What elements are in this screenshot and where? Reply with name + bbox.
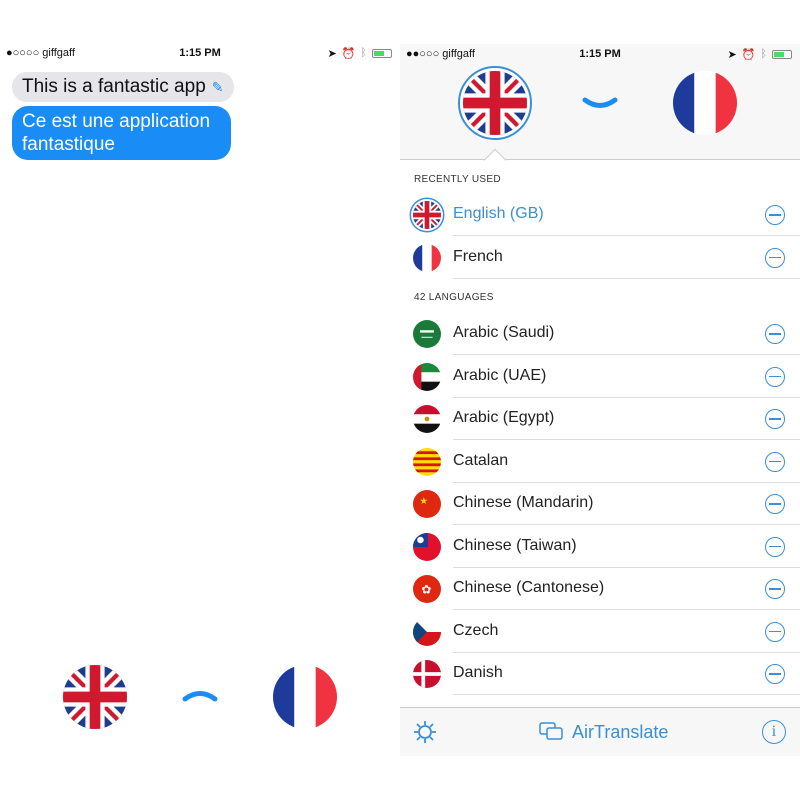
language-row[interactable]: ✿ Chinese (Cantonese) (400, 568, 800, 610)
flag-icon (413, 201, 441, 229)
language-row[interactable]: ★ Chinese (Mandarin) (400, 483, 800, 525)
target-language-flag[interactable] (273, 665, 337, 729)
flag-icon (413, 660, 441, 688)
language-name: Arabic (Egypt) (453, 409, 555, 426)
language-action-icon[interactable] (765, 664, 785, 684)
bluetooth-icon: ᛒ (760, 48, 767, 60)
language-action-icon[interactable] (765, 451, 785, 472)
alarm-icon: ⏰ (341, 47, 356, 60)
status-icons: ➤ ⏰ ᛒ (327, 47, 392, 60)
battery-icon (372, 48, 392, 58)
conversation-screen: ●○○○○ giffgaff 1:15 PM ➤ ⏰ ᛒ This is a fan… (0, 0, 400, 800)
recent-header: RECENTLY USED (414, 174, 501, 185)
flag-icon: ★ (413, 490, 441, 518)
app-title[interactable]: AirTranslate (572, 722, 668, 743)
flag-icon (413, 532, 441, 561)
status-bar: ●●○○○ giffgaff 1:15 PM ➤ ⏰ ᛒ (400, 45, 800, 63)
language-action-icon[interactable] (765, 536, 785, 557)
status-icons: ➤ ⏰ ᛒ (727, 48, 792, 61)
language-picker-screen: ●●○○○ giffgaff 1:15 PM ➤ ⏰ ᛒ RECENTLY USED… (400, 44, 800, 756)
target-language-flag[interactable] (673, 71, 737, 135)
gear-icon[interactable] (414, 721, 436, 743)
language-action-icon[interactable] (765, 205, 785, 225)
language-row[interactable]: Arabic (UAE) (400, 356, 800, 398)
translation-bubble[interactable]: Ce est une application fantastique (12, 106, 231, 160)
info-icon[interactable]: i (762, 720, 786, 744)
language-row[interactable]: Czech (400, 611, 800, 653)
language-action-icon[interactable] (765, 366, 785, 387)
language-header: ●●○○○ giffgaff 1:15 PM ➤ ⏰ ᛒ (400, 44, 800, 172)
row-divider (453, 694, 800, 695)
source-language-flag (463, 71, 527, 135)
language-action-icon[interactable] (765, 409, 785, 429)
battery-icon (772, 49, 792, 59)
source-bubble[interactable]: This is a fantastic app ✎ (12, 72, 234, 102)
language-action-icon[interactable] (765, 579, 785, 599)
language-name: Arabic (UAE) (453, 366, 547, 384)
language-row[interactable]: Catalan (400, 441, 800, 483)
language-row[interactable]: Chinese (Taiwan) (400, 526, 800, 568)
alarm-icon: ⏰ (741, 48, 756, 61)
location-icon: ➤ (727, 48, 737, 61)
flag-icon (413, 405, 441, 433)
languages-header: 42 LANGUAGES (414, 292, 494, 303)
source-text: This is a fantastic app (22, 76, 206, 97)
language-name: English (GB) (453, 205, 544, 222)
language-name: Chinese (Taiwan) (453, 536, 577, 554)
bluetooth-icon: ᛒ (360, 47, 367, 59)
source-language-flag[interactable] (63, 665, 127, 729)
flag-icon (413, 617, 441, 646)
chevron-down-icon[interactable] (582, 97, 618, 111)
bottom-toolbar: AirTranslate i (400, 707, 800, 756)
language-row[interactable]: English (GB) (400, 194, 800, 236)
language-name: Danish (453, 664, 503, 681)
language-action-icon[interactable] (765, 621, 785, 642)
language-row[interactable]: Arabic (Egypt) (400, 398, 800, 440)
language-name: Arabic (Saudi) (453, 324, 555, 341)
flag-icon (413, 320, 441, 348)
language-row[interactable]: French (400, 237, 800, 279)
speech-bubbles-icon (539, 722, 563, 740)
flag-icon: ✿ (413, 575, 441, 603)
flag-icon (413, 243, 441, 272)
language-action-icon[interactable] (765, 247, 785, 268)
language-name: Chinese (Cantonese) (453, 579, 605, 596)
language-row[interactable]: Arabic (Saudi) (400, 313, 800, 355)
row-divider (453, 277, 800, 279)
language-action-icon[interactable] (765, 494, 785, 514)
location-icon: ➤ (327, 47, 337, 60)
flag-icon (413, 447, 441, 476)
flag-icon (413, 362, 441, 391)
language-action-icon[interactable] (765, 324, 785, 344)
svg-text:✿: ✿ (421, 583, 431, 597)
chevron-up-icon[interactable] (182, 688, 218, 702)
language-name: Catalan (453, 451, 509, 469)
language-row[interactable]: Danish (400, 653, 800, 695)
language-name: Czech (453, 621, 499, 639)
pencil-icon[interactable]: ✎ (212, 79, 224, 95)
svg-text:★: ★ (420, 496, 428, 506)
source-flag-selected[interactable] (458, 66, 532, 140)
status-bar: ●○○○○ giffgaff 1:15 PM ➤ ⏰ ᛒ (0, 44, 400, 62)
language-name: Chinese (Mandarin) (453, 494, 594, 511)
language-name: French (453, 247, 503, 265)
selection-pointer (483, 148, 507, 172)
